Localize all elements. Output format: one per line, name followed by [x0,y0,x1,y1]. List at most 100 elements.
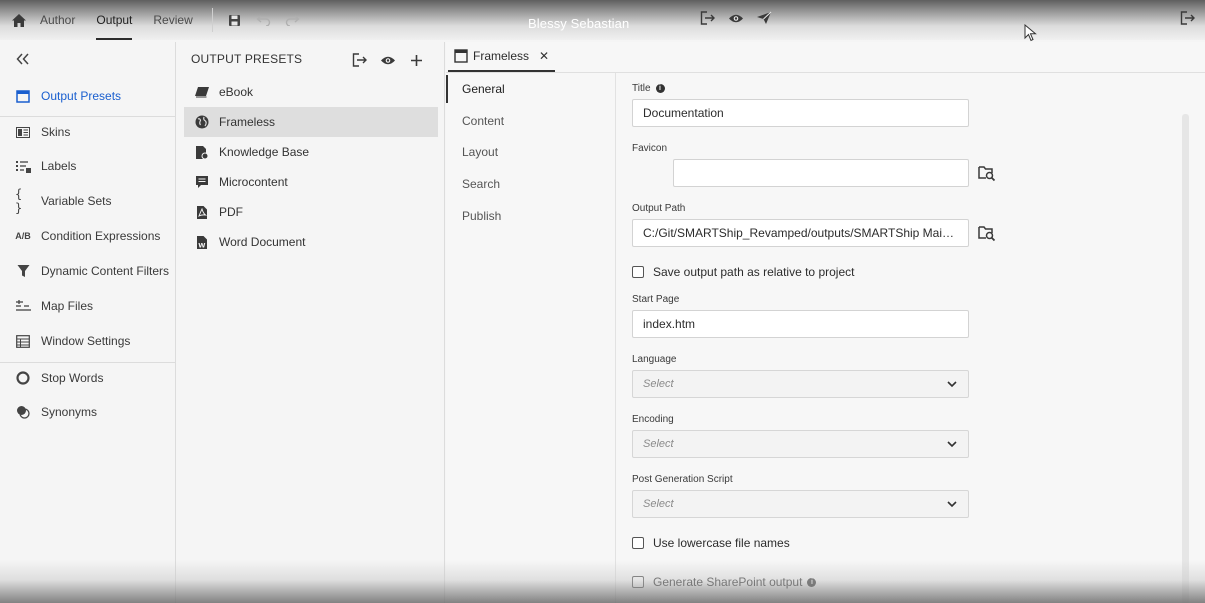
sidebar-item-dynamic-content-filters[interactable]: Dynamic Content Filters [0,257,176,285]
sub-nav-layout[interactable]: Layout [446,138,616,166]
browse-output-path-icon[interactable] [978,224,996,242]
general-settings-form: Title i Documentation Favicon Output Pat… [617,73,1205,603]
preset-item-knowledge-base[interactable]: Knowledge Base [184,137,438,167]
top-bar: Author Output Review Blessy Sebastian [0,0,1205,42]
preset-item-label: Microcontent [219,175,288,189]
tab-review[interactable]: Review [153,0,192,40]
lowercase-checkbox-row[interactable]: Use lowercase file names [632,536,790,550]
filter-icon [15,263,31,279]
post-script-select-value: Select [643,498,674,510]
ebook-icon [194,84,210,100]
preset-item-label: Knowledge Base [219,145,310,159]
start-page-input[interactable]: index.htm [632,310,969,338]
sidebar-item-variable-sets[interactable]: { } Variable Sets [0,187,176,215]
sidebar-item-map-files[interactable]: Map Files [0,292,176,320]
output-path-input[interactable]: C:/Git/SMARTShip_Revamped/outputs/SMARTS… [632,219,969,247]
sidebar-item-condition-expressions[interactable]: A/B Condition Expressions [0,222,176,250]
stop-words-icon [15,370,31,386]
sharepoint-checkbox[interactable] [632,576,644,588]
encoding-select[interactable]: Select [632,430,969,458]
redo-icon[interactable] [285,12,301,28]
form-scrollbar[interactable] [1182,114,1189,603]
post-script-label: Post Generation Script [632,474,733,485]
tab-output[interactable]: Output [96,0,133,40]
sidebar-item-output-presets[interactable]: Output Presets [0,82,176,110]
sidebar-item-synonyms[interactable]: Synonyms [0,398,176,426]
globe-icon [194,114,210,130]
tab-label: Frameless [473,49,530,63]
post-script-select[interactable]: Select [632,490,969,518]
chevron-down-icon [947,441,957,448]
sidebar-item-stop-words[interactable]: Stop Words [0,364,176,392]
publish-send-icon[interactable] [756,10,772,26]
sub-nav-search[interactable]: Search [446,170,616,198]
sidebar-item-label: Dynamic Content Filters [41,264,170,278]
preset-item-word-document[interactable]: W Word Document [184,227,438,257]
tab-author[interactable]: Author [40,0,75,40]
start-page-label: Start Page [632,294,680,305]
save-relative-checkbox-row[interactable]: Save output path as relative to project [632,265,854,279]
sidebar-item-label: Condition Expressions [41,229,161,243]
browse-favicon-icon[interactable] [978,164,996,182]
preview-eye-icon[interactable] [380,52,396,68]
pdf-icon [194,204,210,220]
info-icon[interactable]: i [807,577,817,587]
output-path-label: Output Path [632,203,686,214]
word-document-icon: W [194,234,210,250]
variable-sets-icon: { } [15,187,22,215]
sharepoint-checkbox-row[interactable]: Generate SharePoint output i [632,575,817,589]
settings-sub-nav: General Content Layout Search Publish [446,73,616,603]
save-relative-label: Save output path as relative to project [653,265,855,279]
close-tab-icon[interactable]: ✕ [539,49,549,63]
save-icon[interactable] [227,12,243,28]
sidebar-item-label: Synonyms [41,405,98,419]
presets-panel-title: OUTPUT PRESETS [191,52,303,66]
tab-frameless[interactable]: Frameless ✕ [448,42,556,72]
preset-item-frameless[interactable]: Frameless [184,107,438,137]
add-preset-icon[interactable] [408,52,424,68]
sidebar-item-label: Window Settings [41,334,131,348]
sidebar-item-labels[interactable]: Labels [0,152,176,180]
synonyms-icon [15,404,31,420]
sidebar-divider [0,362,176,363]
language-select-value: Select [643,378,674,390]
generate-output-icon[interactable] [352,52,368,68]
collapse-sidebar-icon[interactable] [15,52,33,68]
preset-item-label: eBook [219,85,254,99]
sign-out-icon[interactable] [1180,11,1196,27]
favicon-label: Favicon [632,143,668,154]
toolbar-divider [211,8,213,32]
map-files-icon [15,298,31,314]
sidebar: Output Presets Skins Labels { } Variable… [0,42,176,603]
microcontent-icon [194,174,210,190]
output-presets-icon [15,88,31,104]
preset-item-ebook[interactable]: eBook [184,77,438,107]
generate-output-icon[interactable] [700,10,716,26]
preview-eye-icon[interactable] [728,10,744,26]
home-icon[interactable] [10,11,28,29]
lowercase-checkbox[interactable] [632,537,644,549]
start-page-value: index.htm [643,317,696,331]
chevron-down-icon [947,501,957,508]
preset-item-pdf[interactable]: PDF [184,197,438,227]
output-toolbar [700,10,784,26]
sub-nav-publish[interactable]: Publish [446,202,616,230]
preset-item-microcontent[interactable]: Microcontent [184,167,438,197]
labels-icon [15,158,31,174]
undo-icon[interactable] [256,12,272,28]
output-presets-panel: OUTPUT PRESETS eBook Frameless Knowledge… [177,42,445,603]
encoding-label: Encoding [632,414,674,425]
save-relative-checkbox[interactable] [632,266,644,278]
title-label: Title i [632,83,665,94]
sub-nav-content[interactable]: Content [446,107,616,135]
title-label-text: Title [632,83,651,94]
sidebar-item-label: Stop Words [41,371,104,385]
user-name[interactable]: Blessy Sebastian [528,16,629,31]
sidebar-item-skins[interactable]: Skins [0,118,176,146]
sidebar-item-window-settings[interactable]: Window Settings [0,327,176,355]
sub-nav-general[interactable]: General [446,75,616,103]
language-select[interactable]: Select [632,370,969,398]
title-input[interactable]: Documentation [632,99,969,127]
info-icon[interactable]: i [655,84,665,93]
favicon-input[interactable] [673,159,969,187]
